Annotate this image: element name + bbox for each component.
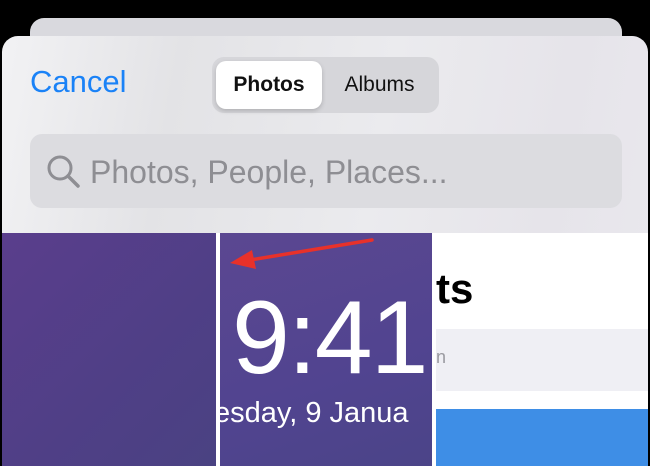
- search-input[interactable]: [88, 148, 612, 196]
- photo-thumbnail-screenshot[interactable]: ts n: [436, 233, 648, 466]
- lockscreen-time: 9:41: [232, 280, 428, 396]
- tab-photos[interactable]: Photos: [216, 61, 322, 109]
- photo-thumbnail[interactable]: [2, 233, 216, 466]
- search-field[interactable]: [30, 134, 622, 208]
- screenshot-blue-bar: [436, 409, 648, 466]
- photo-thumbnail-lockscreen[interactable]: 9:41 esday, 9 Janua: [220, 233, 432, 466]
- photo-picker-sheet: Cancel Photos Albums 9:41 esday, 9 Janua…: [2, 36, 648, 466]
- photo-grid: 9:41 esday, 9 Janua ts n: [2, 233, 648, 466]
- screenshot-gray-bar: n: [436, 329, 648, 391]
- screenshot-label: n: [436, 347, 447, 367]
- tab-albums[interactable]: Albums: [324, 61, 435, 109]
- segmented-control: Photos Albums: [212, 57, 439, 113]
- lockscreen-date: esday, 9 Janua: [220, 397, 409, 429]
- cancel-button[interactable]: Cancel: [30, 64, 127, 100]
- screenshot-heading: ts: [436, 265, 474, 312]
- search-icon: [47, 155, 80, 188]
